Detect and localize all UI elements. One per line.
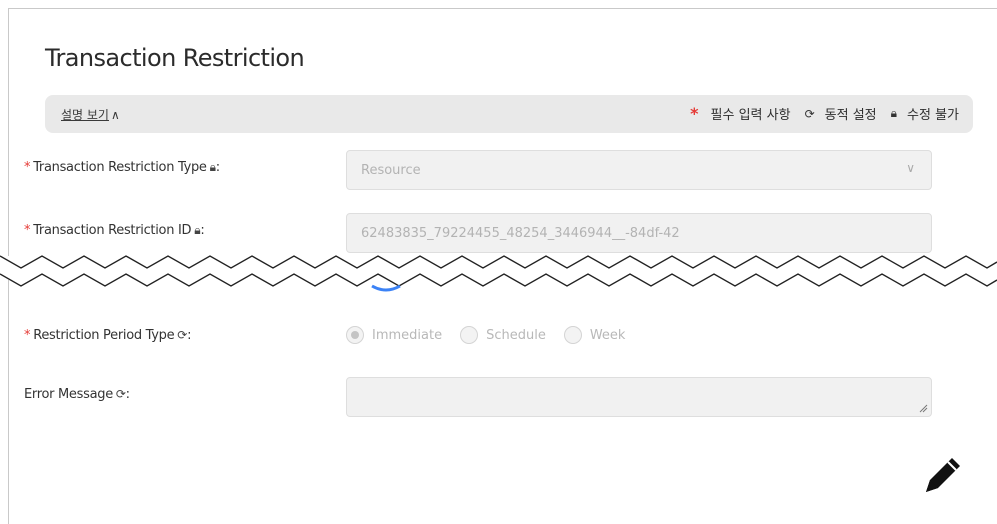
restriction-type-select[interactable]: Resource ∨ — [346, 150, 932, 190]
restriction-type-value: Resource — [361, 163, 421, 178]
restriction-id-label: * Transaction Restriction ID 🔒︎: — [24, 223, 205, 238]
restriction-type-label: * Transaction Restriction Type 🔒︎: — [24, 160, 220, 175]
resize-grip-icon[interactable] — [918, 403, 928, 413]
radio-schedule-label: Schedule — [486, 327, 546, 343]
restriction-id-label-text: Transaction Restriction ID — [33, 223, 192, 238]
legend-readonly-text: 수정 불가 — [907, 108, 959, 123]
radio-week[interactable]: Week — [563, 326, 626, 344]
radio-button-checked[interactable] — [346, 326, 364, 344]
description-toggle-label: 설명 보기 — [61, 108, 109, 122]
pencil-icon[interactable] — [922, 452, 966, 496]
radio-button[interactable] — [460, 326, 479, 344]
row-restriction-type: * Transaction Restriction Type 🔒︎: Resourc… — [24, 150, 944, 190]
period-type-label: * Restriction Period Type ⟳: — [24, 328, 191, 343]
required-mark: * — [24, 328, 31, 343]
error-message-label: Error Message ⟳: — [24, 387, 130, 402]
refresh-icon: ⟳ — [177, 328, 188, 342]
required-mark: * — [24, 223, 31, 238]
caret-up-icon: ∧ — [110, 108, 120, 122]
error-message-label-text: Error Message — [24, 387, 113, 402]
chevron-down-icon: ∨ — [906, 161, 915, 175]
period-type-label-text: Restriction Period Type — [33, 328, 175, 343]
legend-dynamic-text: 동적 설정 — [824, 108, 877, 123]
radio-schedule[interactable]: Schedule — [460, 326, 546, 344]
radio-immediate[interactable]: Immediate — [346, 326, 442, 344]
label-colon: : — [215, 160, 220, 175]
error-message-textarea[interactable] — [346, 377, 932, 417]
row-error-message: Error Message ⟳: — [24, 377, 944, 417]
lock-icon: 🔒︎ — [890, 106, 898, 120]
refresh-icon: ⟳ — [804, 106, 815, 121]
label-colon: : — [125, 387, 130, 402]
period-type-radio-group: Immediate Schedule Week — [346, 326, 643, 344]
radio-immediate-label: Immediate — [372, 327, 443, 343]
legend-bar: 설명 보기 ∧ * 필수 입력 사항 ⟳ 동적 설정 🔒︎ 수정 불가 — [45, 95, 973, 133]
row-period-type: * Restriction Period Type ⟳: Immediate Sch… — [24, 318, 944, 358]
legend-required-text: 필수 입력 사항 — [710, 108, 791, 123]
required-mark: * — [24, 160, 31, 175]
restriction-type-label-text: Transaction Restriction Type — [33, 160, 207, 175]
refresh-icon: ⟳ — [115, 387, 126, 401]
required-mark: * — [690, 104, 699, 123]
label-colon: : — [200, 223, 205, 238]
page-title: Transaction Restriction — [45, 44, 305, 72]
radio-button[interactable] — [563, 326, 582, 344]
legend-items: * 필수 입력 사항 ⟳ 동적 설정 🔒︎ 수정 불가 — [690, 104, 959, 123]
label-colon: : — [187, 328, 192, 343]
restriction-id-value: 62483835_79224455_48254_3446944__-84df-4… — [361, 226, 680, 241]
radio-week-label: Week — [589, 327, 626, 343]
torn-edge-separator — [0, 255, 997, 292]
description-toggle[interactable]: 설명 보기 ∧ — [61, 106, 120, 123]
